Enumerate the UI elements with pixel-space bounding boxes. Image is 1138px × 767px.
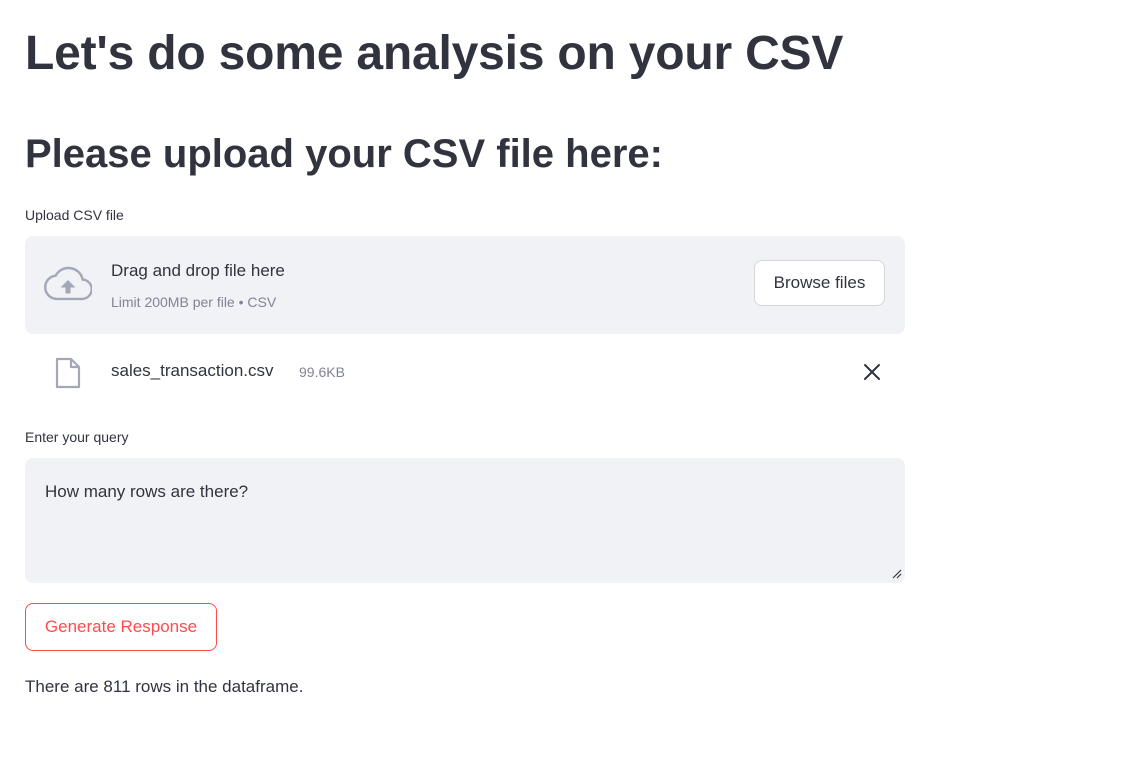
upload-label: Upload CSV file [25,207,124,223]
dropzone-title: Drag and drop file here [111,261,285,280]
app-page: Let's do some analysis on your CSV Pleas… [0,0,1138,767]
uploaded-file-name: sales_transaction.csv [111,361,274,380]
file-dropzone[interactable]: Drag and drop file here Limit 200MB per … [25,236,905,334]
file-icon [55,357,81,389]
page-title: Let's do some analysis on your CSV [25,27,844,80]
uploaded-file-row: sales_transaction.csv 99.6KB [25,350,905,394]
page-subtitle: Please upload your CSV file here: [25,132,663,176]
query-label: Enter your query [25,429,129,445]
generate-response-button[interactable]: Generate Response [25,603,217,651]
close-icon[interactable] [862,362,882,382]
uploaded-file-size: 99.6KB [299,364,345,380]
browse-files-button[interactable]: Browse files [754,260,885,306]
cloud-upload-icon [44,266,92,301]
query-textarea[interactable]: How many rows are there? [25,458,905,583]
resize-handle-icon[interactable] [892,569,902,579]
response-text: There are 811 rows in the dataframe. [25,677,304,696]
dropzone-limit-text: Limit 200MB per file • CSV [111,294,277,310]
